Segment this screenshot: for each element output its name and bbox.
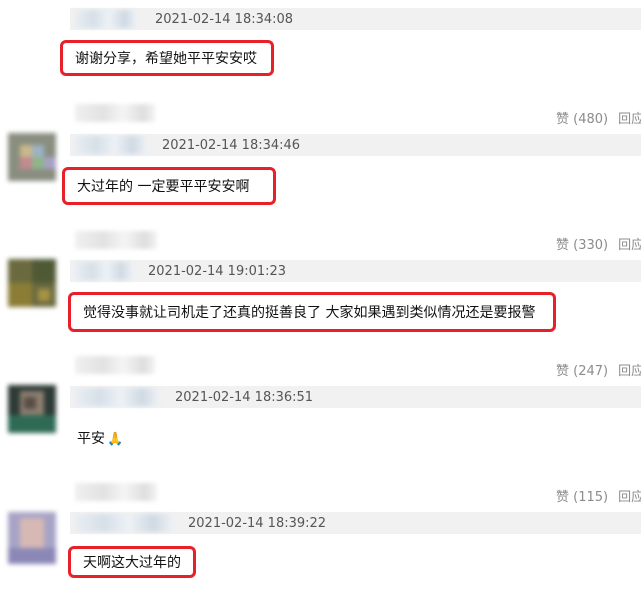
comment-text: 大过年的 一定要平平安安啊 <box>77 179 250 195</box>
comment-actions: 赞 (115) 回应 <box>556 485 641 505</box>
comment-text-highlighted: 谢谢分享，希望她平平安安哎 <box>60 40 274 76</box>
reply-header-blurred <box>75 483 157 501</box>
reply-button[interactable]: 回应 <box>618 234 641 253</box>
like-button[interactable]: 赞 (115) <box>556 486 608 505</box>
like-button[interactable]: 赞 (330) <box>556 234 608 253</box>
pray-icon: 🙏 <box>107 432 124 447</box>
comment-text: 觉得没事就让司机走了还真的挺善良了 大家如果遇到类似情况还是要报警 <box>83 305 536 321</box>
comment-meta-band <box>70 134 641 156</box>
reply-button[interactable]: 回应 <box>618 108 641 127</box>
username-blurred[interactable] <box>75 10 137 28</box>
comment-timestamp: 2021-02-14 18:34:08 <box>155 11 294 27</box>
comment-text-highlighted: 天啊这大过年的 <box>68 546 196 578</box>
reply-button[interactable]: 回应 <box>618 360 641 379</box>
comment-actions: 赞 (247) 回应 <box>556 359 641 379</box>
comment-text: 平安 🙏 <box>77 431 124 447</box>
avatar[interactable] <box>8 133 56 181</box>
avatar[interactable] <box>8 385 56 433</box>
reply-header-blurred <box>75 104 155 122</box>
reply-header-blurred <box>75 231 157 249</box>
avatar[interactable] <box>8 512 56 564</box>
comment-text: 天啊这大过年的 <box>83 555 181 571</box>
comment-timestamp: 2021-02-14 18:34:46 <box>162 137 301 153</box>
avatar[interactable] <box>8 259 56 307</box>
reply-button[interactable]: 回应 <box>618 486 641 505</box>
comment-timestamp: 2021-02-14 19:01:23 <box>148 263 287 279</box>
comment-timestamp: 2021-02-14 18:36:51 <box>175 389 314 405</box>
username-blurred[interactable] <box>75 262 133 280</box>
username-blurred[interactable] <box>75 388 159 406</box>
comment-text-highlighted: 觉得没事就让司机走了还真的挺善良了 大家如果遇到类似情况还是要报警 <box>68 292 556 332</box>
like-button[interactable]: 赞 (480) <box>556 108 608 127</box>
comment-actions: 赞 (330) 回应 <box>556 233 641 253</box>
comment-text-highlighted: 大过年的 一定要平平安安啊 <box>62 167 276 205</box>
like-button[interactable]: 赞 (247) <box>556 360 608 379</box>
comment-timestamp: 2021-02-14 18:39:22 <box>188 515 327 531</box>
username-blurred[interactable] <box>75 136 147 154</box>
reply-header-blurred <box>75 356 155 374</box>
username-blurred[interactable] <box>75 514 173 532</box>
comment-actions: 赞 (480) 回应 <box>556 107 641 127</box>
comment-text: 谢谢分享，希望她平平安安哎 <box>75 51 257 67</box>
